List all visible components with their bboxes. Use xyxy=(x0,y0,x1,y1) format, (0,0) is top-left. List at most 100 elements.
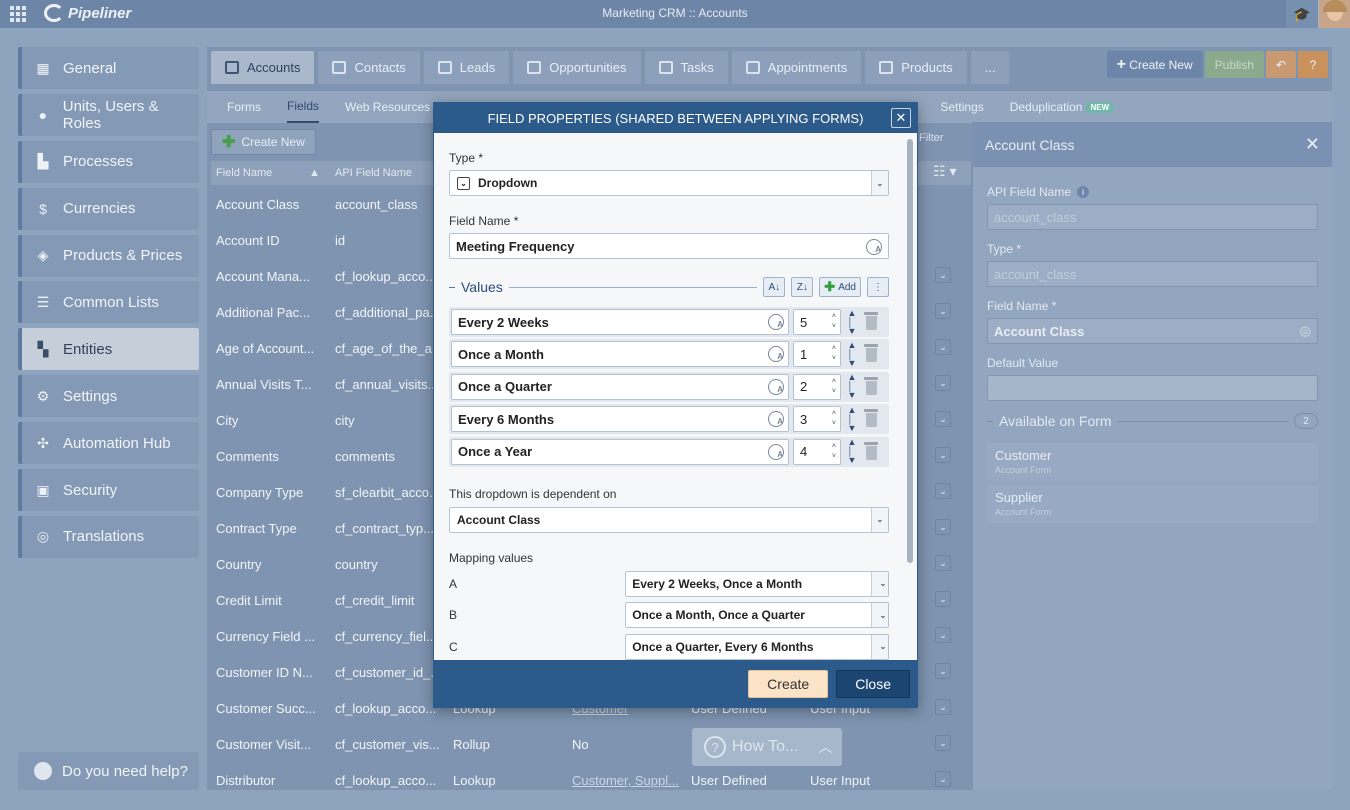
reorder-icon[interactable]: ▲ │ ▼ xyxy=(845,373,859,400)
publish-button[interactable]: Publish xyxy=(1204,51,1264,78)
tab-accounts[interactable]: Accounts xyxy=(211,51,315,84)
subtab-settings[interactable]: Settings xyxy=(940,91,983,123)
table-row[interactable]: Customer Visit... cf_customer_vis... Rollu… xyxy=(211,727,971,763)
value-input[interactable]: Once a Month A xyxy=(451,341,789,368)
reorder-icon[interactable]: ▲ │ ▼ xyxy=(845,405,859,432)
columns-icon[interactable]: ☷ ▾ xyxy=(933,163,956,180)
chevron-down-icon[interactable]: ⌄ xyxy=(935,303,951,319)
reorder-icon[interactable]: ▲ │ ▼ xyxy=(845,308,859,335)
trash-icon[interactable] xyxy=(863,441,879,462)
field-name-input[interactable]: Meeting Frequency A xyxy=(449,233,889,259)
mapping-select[interactable]: Once a Month, Once a Quarter ⌄ xyxy=(625,602,889,629)
sidebar-item-processes[interactable]: ▙ Processes xyxy=(18,140,199,183)
available-form-item[interactable]: Supplier Account Form xyxy=(987,485,1318,523)
subtab-fields[interactable]: Fields xyxy=(287,91,320,123)
sidebar-item-entities[interactable]: ▚ Entities xyxy=(18,328,199,371)
sort-az-icon[interactable]: A↓ xyxy=(763,277,786,297)
tab-opportunities[interactable]: Opportunities xyxy=(513,51,641,84)
cell-related[interactable]: Customer, Suppl... xyxy=(572,773,679,788)
subtab-web-resources[interactable]: Web Resources xyxy=(345,91,430,123)
spin-arrows-icon[interactable]: ˄ ˅ xyxy=(832,377,836,397)
add-value-button[interactable]: ✚ Add xyxy=(819,277,861,297)
tab-contacts[interactable]: Contacts xyxy=(318,51,420,84)
spin-arrows-icon[interactable]: ˄ ˅ xyxy=(832,344,836,364)
available-form-item[interactable]: Customer Account Form xyxy=(987,443,1318,481)
info-icon[interactable]: i xyxy=(1077,186,1090,198)
translate-icon[interactable]: A xyxy=(866,239,882,255)
avatar[interactable] xyxy=(1318,0,1350,28)
mapping-select[interactable]: Every 2 Weeks, Once a Month ⌄ xyxy=(625,570,889,597)
value-input[interactable]: Every 6 Months A xyxy=(451,406,789,433)
translate-icon[interactable]: A xyxy=(768,314,784,330)
translate-icon[interactable]: A xyxy=(768,443,784,460)
sidebar-item-products-prices[interactable]: ◈ Products & Prices xyxy=(18,234,199,277)
create-new-button[interactable]: + Create New xyxy=(1106,51,1203,78)
tab-leads[interactable]: Leads xyxy=(423,51,510,84)
chevron-down-icon[interactable]: ⌄ xyxy=(935,339,951,355)
chevron-down-icon[interactable]: ⌄ xyxy=(935,519,951,535)
tab-products[interactable]: Products xyxy=(865,51,967,84)
close-icon[interactable]: ✕ xyxy=(891,108,911,128)
chevron-down-icon[interactable]: ⌄ xyxy=(935,591,951,607)
sidebar-item-general[interactable]: ▦ General xyxy=(18,47,199,89)
order-stepper[interactable]: 5 ˄ ˅ xyxy=(793,309,841,335)
trash-icon[interactable] xyxy=(863,376,879,397)
chevron-down-icon[interactable]: ⌄ xyxy=(935,555,951,571)
col-field-name[interactable]: Field Name xyxy=(216,167,272,179)
value-input[interactable]: Every 2 Weeks A xyxy=(451,309,789,335)
sort-asc-icon[interactable]: ▲ xyxy=(309,167,320,179)
order-stepper[interactable]: 4 ˄ ˅ xyxy=(793,438,841,465)
reorder-icon[interactable]: ▲ │ ▼ xyxy=(845,340,859,367)
how-to-button[interactable]: ? How To... ︿ xyxy=(692,728,842,766)
trash-icon[interactable] xyxy=(863,312,879,332)
chevron-down-icon[interactable]: ⌄ xyxy=(935,447,951,463)
create-field-button[interactable]: ✚ Create New xyxy=(211,129,316,155)
help-question-icon[interactable]: ? xyxy=(1298,51,1328,78)
sidebar-item-units-users-roles[interactable]: ● Units, Users & Roles xyxy=(18,93,199,136)
filter-button[interactable]: Filter xyxy=(919,132,943,144)
chevron-down-icon[interactable]: ⌄ xyxy=(935,411,951,427)
sidebar-item-automation-hub[interactable]: ✣ Automation Hub xyxy=(18,422,199,465)
translate-icon[interactable]: A xyxy=(768,346,784,363)
col-api-field-name[interactable]: API Field Name xyxy=(335,167,412,179)
close-button[interactable]: Close xyxy=(836,669,910,698)
trash-icon[interactable] xyxy=(863,344,879,364)
sidebar-item-settings[interactable]: ⚙ Settings xyxy=(18,375,199,418)
chevron-down-icon[interactable]: ⌄ xyxy=(935,699,951,715)
default-value-input[interactable] xyxy=(987,375,1318,401)
mapping-select[interactable]: Once a Quarter, Every 6 Months ⌄ xyxy=(625,633,889,660)
chevron-down-icon[interactable]: ⌄ xyxy=(935,483,951,499)
sidebar-item-security[interactable]: ▣ Security xyxy=(18,469,199,512)
sort-za-icon[interactable]: Z↓ xyxy=(791,277,814,297)
value-input[interactable]: Once a Year A xyxy=(451,438,789,465)
reorder-icon[interactable]: ▲ │ ▼ xyxy=(845,438,859,465)
sidebar-item-currencies[interactable]: $ Currencies xyxy=(18,187,199,230)
help-button[interactable]: Do you need help? xyxy=(18,752,199,790)
spin-arrows-icon[interactable]: ˄ ˅ xyxy=(832,312,836,332)
spin-arrows-icon[interactable]: ˄ ˅ xyxy=(832,409,836,429)
academy-hat-icon[interactable]: 🎓 xyxy=(1286,0,1318,28)
tab-appointments[interactable]: Appointments xyxy=(731,51,862,84)
trash-icon[interactable] xyxy=(863,409,879,429)
translate-icon[interactable]: A xyxy=(768,411,784,428)
dependent-select[interactable]: Account Class ⌄ xyxy=(449,506,889,533)
translate-icon[interactable]: ◎ xyxy=(1300,323,1311,339)
chevron-down-icon[interactable]: ⌄ xyxy=(935,267,951,283)
dialog-scrollbar[interactable] xyxy=(907,139,913,563)
tab-tasks[interactable]: Tasks xyxy=(644,51,728,84)
spin-arrows-icon[interactable]: ˄ ˅ xyxy=(832,442,836,462)
more-options-icon[interactable]: ⋮ xyxy=(867,277,889,297)
order-stepper[interactable]: 2 ˄ ˅ xyxy=(793,373,841,400)
sidebar-item-translations[interactable]: ◎ Translations xyxy=(18,515,199,558)
subtab-deduplication[interactable]: Deduplication NEW xyxy=(1010,91,1114,123)
chevron-down-icon[interactable]: ⌄ xyxy=(935,735,951,751)
translate-icon[interactable]: A xyxy=(768,378,784,395)
field-name-input[interactable]: Account Class ◎ xyxy=(987,318,1318,344)
sidebar-item-common-lists[interactable]: ☰ Common Lists xyxy=(18,281,199,324)
undo-icon[interactable]: ↶ xyxy=(1266,51,1296,78)
chevron-down-icon[interactable]: ⌄ xyxy=(935,771,951,787)
value-input[interactable]: Once a Quarter A xyxy=(451,373,789,400)
order-stepper[interactable]: 3 ˄ ˅ xyxy=(793,406,841,433)
create-button[interactable]: Create xyxy=(748,669,829,698)
order-stepper[interactable]: 1 ˄ ˅ xyxy=(793,341,841,368)
